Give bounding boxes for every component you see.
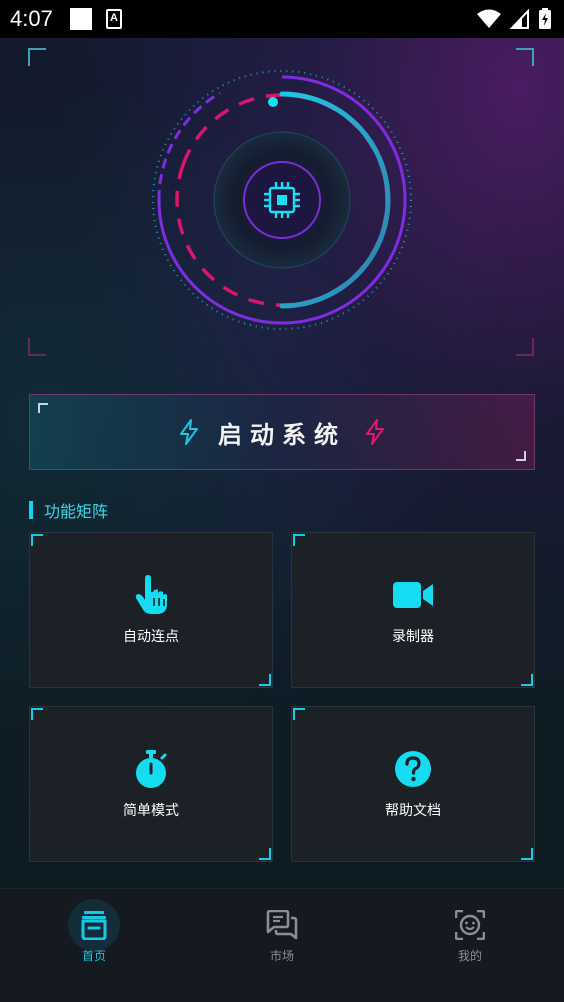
feature-label: 简单模式 — [123, 803, 179, 819]
start-button-label: 启动系统 — [218, 420, 346, 449]
feature-card-help-docs[interactable]: 帮助文档 — [291, 706, 535, 862]
tap-hand-icon — [130, 574, 172, 616]
start-system-button[interactable]: 启动系统 — [29, 394, 535, 470]
home-box-icon — [81, 911, 107, 940]
nav-item-market[interactable]: 市场 — [188, 889, 376, 969]
section-accent-bar — [29, 501, 33, 519]
cellular-signal-icon — [510, 9, 529, 29]
feature-card-auto-click[interactable]: 自动连点 — [29, 532, 273, 688]
frame-corner-bottom-left — [28, 338, 46, 356]
feature-label: 帮助文档 — [385, 803, 441, 819]
stopwatch-icon — [130, 748, 172, 790]
card-corner-top-left — [293, 708, 305, 720]
button-corner-bottom-right — [516, 451, 526, 461]
accessibility-icon: A — [106, 9, 122, 29]
nav-item-mine[interactable]: 我的 — [376, 889, 564, 969]
card-corner-bottom-right — [259, 848, 271, 860]
lightning-icon — [180, 419, 198, 445]
battery-charging-icon — [539, 8, 551, 29]
feature-label: 自动连点 — [123, 629, 179, 645]
feature-label: 录制器 — [392, 629, 434, 645]
card-corner-top-left — [293, 534, 305, 546]
indicator-dot — [268, 97, 278, 107]
wifi-icon — [477, 9, 501, 28]
nav-label: 市场 — [269, 949, 294, 963]
card-corner-top-left — [31, 534, 43, 546]
feature-card-recorder[interactable]: 录制器 — [291, 532, 535, 688]
frame-corner-top-right — [516, 48, 534, 66]
video-camera-icon — [392, 574, 434, 616]
frame-corner-top-left — [28, 48, 46, 66]
nav-label: 我的 — [457, 949, 482, 963]
square-notification-icon — [70, 8, 92, 30]
lightning-icon — [366, 419, 384, 445]
card-corner-bottom-right — [259, 674, 271, 686]
nav-item-home[interactable]: 首页 — [0, 889, 188, 969]
section-title-text: 功能矩阵 — [44, 502, 109, 521]
system-dial — [152, 70, 412, 330]
section-title: 功能矩阵 — [29, 500, 109, 521]
face-scan-icon — [455, 910, 485, 940]
feature-card-simple-mode[interactable]: 简单模式 — [29, 706, 273, 862]
card-corner-bottom-right — [521, 848, 533, 860]
frame-corner-bottom-right — [516, 338, 534, 356]
status-time: 4:07 — [10, 6, 53, 31]
main-area: 启动系统 功能矩阵 自动连点 录制器 简单模式 帮助文档 — [0, 38, 564, 890]
card-corner-bottom-right — [521, 674, 533, 686]
button-corner-top-left — [38, 403, 48, 413]
bottom-nav: 首页 市场 我的 — [0, 888, 564, 1002]
purple-ring-arc-left — [157, 91, 221, 201]
help-circle-icon — [392, 748, 434, 790]
chat-bubbles-icon — [266, 910, 298, 940]
card-corner-top-left — [31, 708, 43, 720]
status-bar: 4:07 A — [0, 0, 564, 38]
